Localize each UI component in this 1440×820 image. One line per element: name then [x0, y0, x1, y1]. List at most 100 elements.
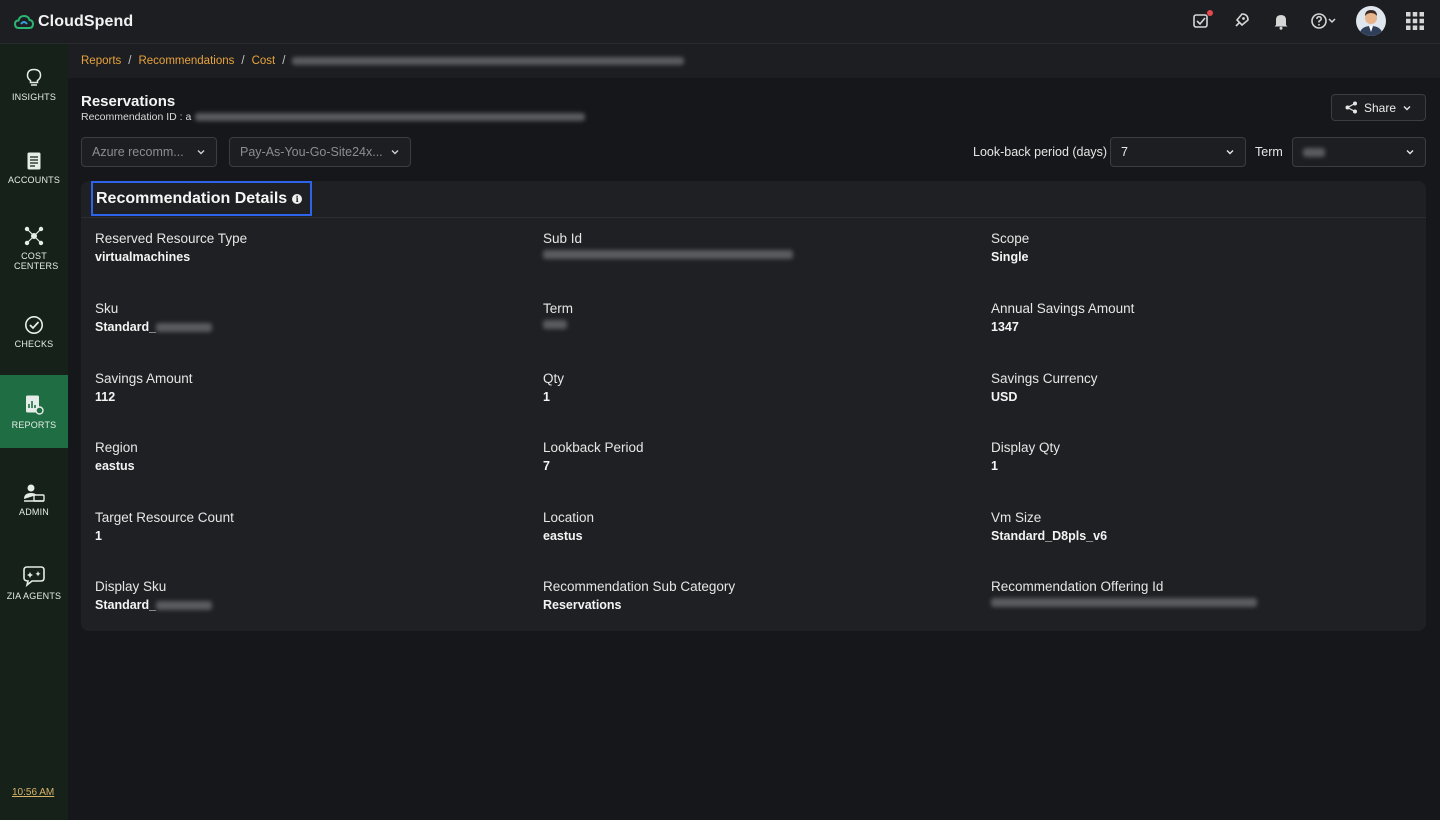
redacted-term-value [1303, 147, 1325, 157]
field-value: Single [991, 250, 1029, 264]
field-label: Region [95, 440, 138, 455]
admin-icon [24, 484, 45, 502]
field-label: Annual Savings Amount [991, 301, 1135, 316]
breadcrumb-separator: / [128, 55, 132, 67]
sidebar-item-admin[interactable]: ADMIN [0, 474, 68, 526]
field-target-resource-count: Target Resource Count 1 [95, 510, 234, 544]
field-value: 7 [543, 459, 550, 473]
field-value [991, 598, 1257, 607]
sidebar-item-checks[interactable]: CHECKS [0, 306, 68, 358]
term-label: Term [1255, 145, 1283, 159]
field-value: virtualmachines [95, 250, 191, 264]
chevron-down-icon [1406, 150, 1414, 155]
field-vm-size: Vm Size Standard_D8pls_v6 [991, 510, 1107, 544]
notification-dot [1207, 10, 1213, 16]
subscription-select-value: Pay-As-You-Go-Site24x... [240, 145, 383, 159]
field-label: Display Qty [991, 440, 1061, 455]
breadcrumb-cost[interactable]: Cost [252, 55, 276, 67]
share-label: Share [1363, 100, 1397, 115]
field-savings-amount: Savings Amount 112 [95, 371, 193, 405]
field-label: Scope [991, 231, 1030, 246]
field-value [543, 250, 793, 259]
field-label: Savings Currency [991, 371, 1098, 386]
field-label: Target Resource Count [95, 510, 234, 525]
rocket-icon[interactable] [1230, 10, 1252, 32]
avatar[interactable] [1356, 6, 1386, 36]
page-title: Reservations [81, 93, 176, 110]
sidebar-item-label: CHECKS [14, 339, 54, 349]
sidebar-item-cost-centers[interactable]: COST CENTERS [0, 220, 68, 276]
term-select[interactable] [1292, 137, 1426, 167]
document-icon [27, 152, 41, 170]
sidebar-item-label: ADMIN [19, 507, 49, 517]
breadcrumb-recommendations[interactable]: Recommendations [138, 55, 234, 67]
chevron-down-icon [1403, 105, 1411, 110]
field-label: Term [543, 301, 573, 316]
sidebar-item-insights[interactable]: INSIGHTS [0, 59, 68, 111]
field-value: Standard_D8pls_v6 [991, 529, 1108, 543]
sidebar-item-label: ZIA AGENTS [6, 591, 62, 601]
field-annual-savings-amount: Annual Savings Amount 1347 [991, 301, 1134, 335]
lookback-select[interactable]: 7 [1110, 137, 1246, 167]
app-logo[interactable]: CloudSpend [14, 13, 133, 31]
field-label: Reserved Resource Type [95, 231, 248, 246]
app-grid-icon[interactable] [1404, 10, 1426, 32]
sidebar-item-accounts[interactable]: ACCOUNTS [0, 142, 68, 194]
agent-icon [23, 566, 45, 587]
report-icon [26, 395, 44, 415]
announcement-icon[interactable] [1190, 10, 1213, 32]
sidebar-item-label: COST CENTERS [14, 251, 59, 271]
field-location: Location eastus [543, 510, 594, 544]
card-title: Recommendation Details [96, 189, 288, 207]
redacted-recommendation-id [195, 113, 586, 121]
field-value: eastus [543, 529, 583, 543]
field-label: Lookback Period [543, 440, 644, 455]
subscription-select[interactable]: Pay-As-You-Go-Site24x... [229, 137, 411, 167]
sidebar-item-label: ACCOUNTS [7, 175, 61, 185]
field-display-qty: Display Qty 1 [991, 440, 1060, 474]
field-term: Term [543, 301, 573, 329]
field-lookback-period: Lookback Period 7 [543, 440, 644, 474]
redacted-term [543, 320, 567, 329]
field-label: Vm Size [991, 510, 1042, 525]
chevron-down-icon [391, 150, 399, 155]
field-qty: Qty 1 [543, 371, 564, 405]
sidebar-item-reports[interactable]: REPORTS [0, 375, 68, 448]
field-value: 112 [95, 390, 116, 404]
field-value: Standard_ [95, 598, 213, 613]
sidebar-item-zia-agents[interactable]: ZIA AGENTS [0, 556, 68, 610]
bell-icon[interactable] [1270, 10, 1292, 32]
field-label: Qty [543, 371, 565, 386]
field-label: Recommendation Offering Id [991, 579, 1164, 594]
field-sub-id: Sub Id [543, 231, 793, 259]
share-button[interactable]: Share [1331, 94, 1426, 121]
field-display-sku: Display Sku Standard_ [95, 579, 213, 613]
field-value: 1 [543, 390, 550, 404]
sidebar: INSIGHTS ACCOUNTS COST CENTERS CHECKS RE… [0, 44, 68, 820]
redacted-breadcrumb [292, 57, 685, 65]
sidebar-item-label: INSIGHTS [11, 92, 57, 102]
chevron-down-icon [1226, 150, 1234, 155]
info-icon[interactable]: i [292, 193, 303, 204]
help-icon[interactable] [1310, 10, 1338, 32]
redacted-sku [156, 323, 213, 332]
display-sku-value-prefix: Standard_ [95, 598, 157, 612]
cloud-logo-icon [14, 14, 34, 29]
field-label: Display Sku [95, 579, 167, 594]
app-name: CloudSpend [38, 12, 134, 30]
field-value [543, 320, 573, 329]
field-label: Recommendation Sub Category [543, 579, 736, 594]
clock-time[interactable]: 10:56 AM [12, 787, 54, 798]
top-bar: CloudSpend [0, 0, 1440, 44]
account-select-value: Azure recomm... [92, 145, 184, 159]
field-value: 1 [991, 459, 998, 473]
card-title-box: Recommendation Details i [91, 181, 312, 216]
breadcrumb-reports[interactable]: Reports [81, 55, 121, 67]
account-select[interactable]: Azure recomm... [81, 137, 217, 167]
field-label: Location [543, 510, 595, 525]
field-recommendation-offering-id: Recommendation Offering Id [991, 579, 1257, 607]
recommendation-id: Recommendation ID : a [81, 111, 586, 123]
field-label: Savings Amount [95, 371, 193, 386]
breadcrumb: Reports / Recommendations / Cost / [68, 44, 1440, 78]
network-icon [24, 226, 44, 246]
